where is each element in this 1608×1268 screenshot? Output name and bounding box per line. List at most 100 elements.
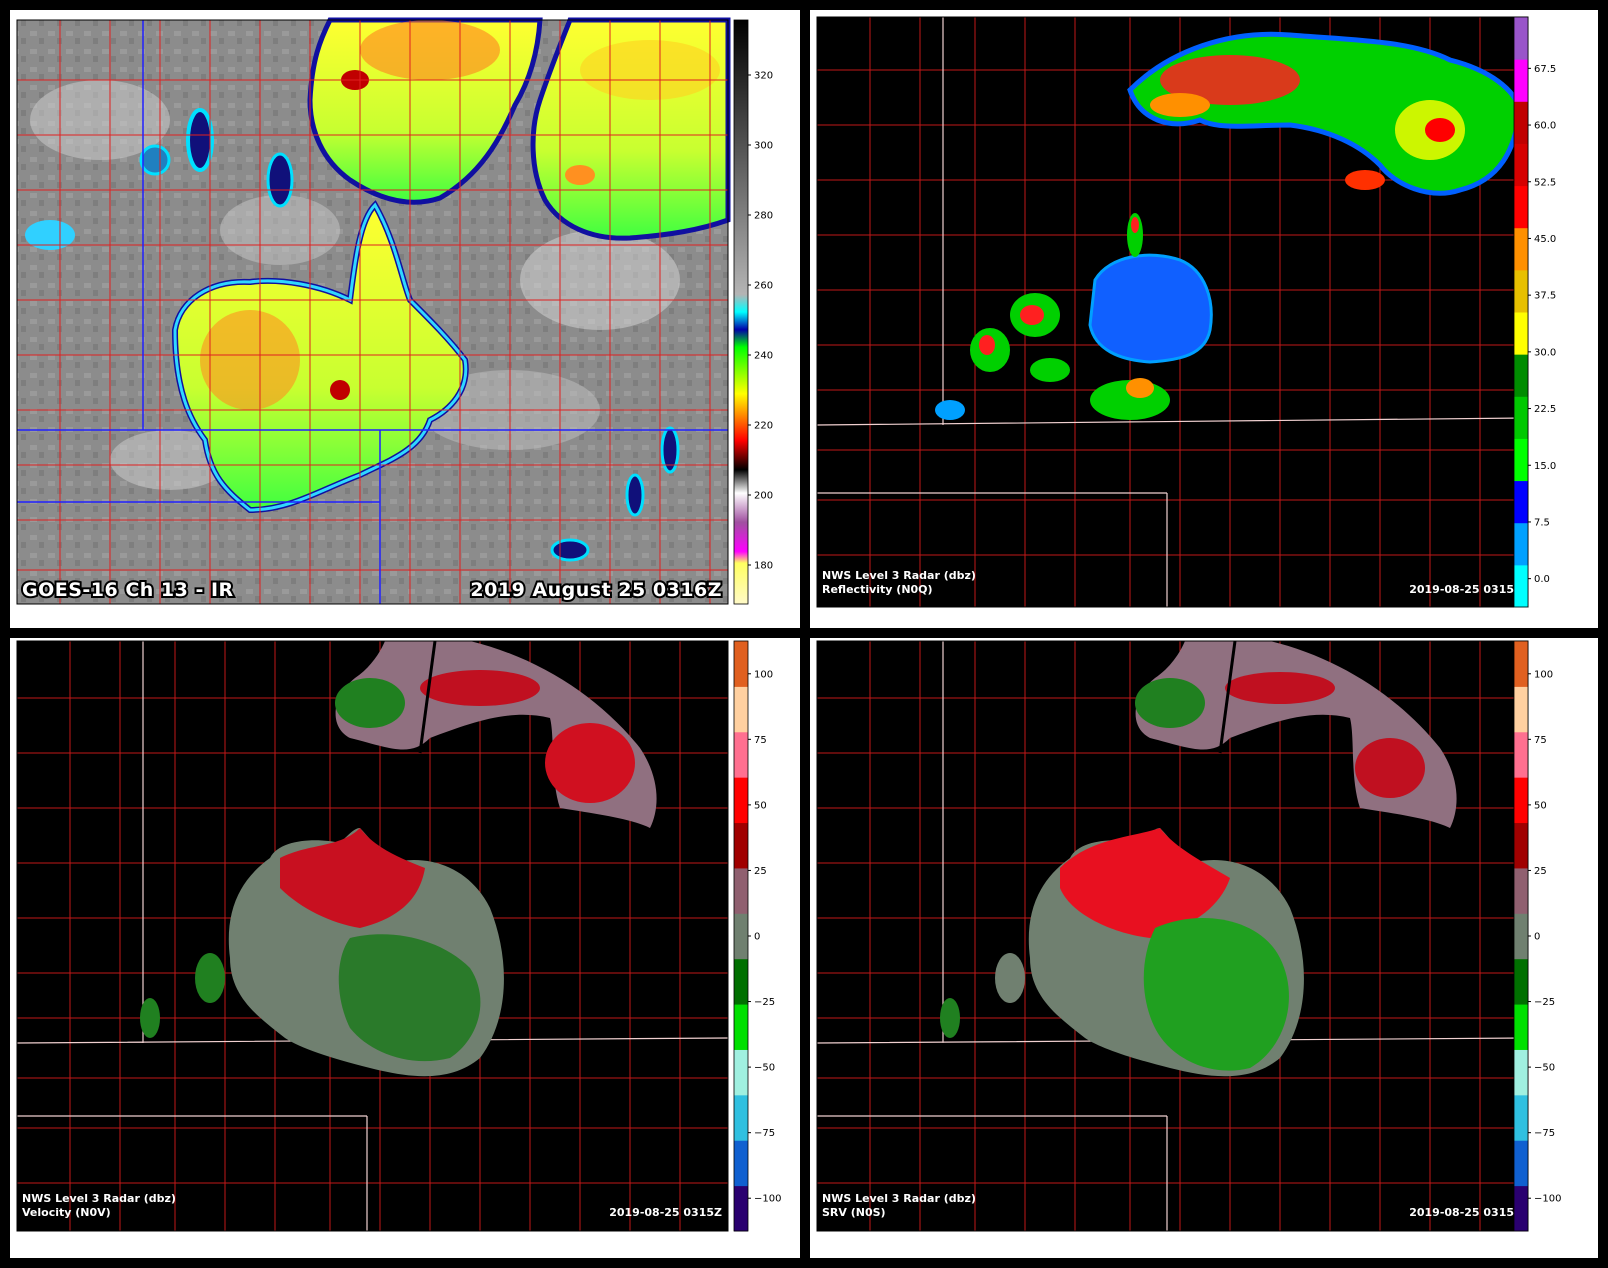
ir-colorbar-tick-label: 220 xyxy=(754,421,773,432)
n0v-colorbar-swatch xyxy=(734,1049,748,1096)
n0q-colorbar-swatch xyxy=(1514,101,1528,144)
n0v-colorbar-swatch xyxy=(734,1004,748,1050)
n0v-title-line1: NWS Level 3 Radar (dbz) xyxy=(22,1192,176,1205)
n0v-colorbar-swatch xyxy=(734,686,748,733)
n0v-colorbar-tick-label: 25 xyxy=(754,866,767,877)
n0v-title-line2: Velocity (N0V) xyxy=(22,1206,111,1219)
n0q-colorbar-swatch xyxy=(1514,480,1528,524)
n0s-title-line1: NWS Level 3 Radar (dbz) xyxy=(822,1192,976,1205)
n0s-panel: NWS Level 3 Radar (dbz) SRV (N0S) 2019-0… xyxy=(810,638,1598,1258)
n0q-colorbar-tick-label: 22.5 xyxy=(1534,404,1556,415)
ir-panel: GOES-16 Ch 13 - IR 2019 August 25 0316Z … xyxy=(10,10,800,628)
n0v-colorbar-swatch xyxy=(734,777,748,824)
n0q-colorbar-tick-label: 0.0 xyxy=(1534,574,1550,585)
ir-colorbar-tick-label: 240 xyxy=(754,351,773,362)
ir-colorbar-tick-label: 260 xyxy=(754,281,773,292)
ir-storm-cell xyxy=(330,380,350,400)
n0v-colorbar-swatch xyxy=(734,1094,748,1141)
ir-colorbar-ticks: 320 300 280 260 240 220 200 180 xyxy=(748,71,773,572)
n0v-colorbar-tick-label: −100 xyxy=(754,1194,781,1205)
ir-colorbar xyxy=(733,19,749,605)
n0q-panel: NWS Level 3 Radar (dbz) Reflectivity (N0… xyxy=(810,10,1598,628)
n0v-colorbar-swatch xyxy=(734,1185,748,1232)
n0s-colorbar-tick-label: 100 xyxy=(1534,669,1553,680)
n0q-colorbar-swatch xyxy=(1514,17,1528,60)
n0s-colorbar-swatch xyxy=(1514,1094,1528,1141)
n0s-colorbar-swatch xyxy=(1514,822,1528,869)
n0q-colorbar xyxy=(1513,16,1529,608)
ir-colorbar-tick-label: 180 xyxy=(754,561,773,572)
n0q-colorbar-swatch xyxy=(1514,59,1528,102)
ir-colorbar-tick-label: 320 xyxy=(754,71,773,82)
n0q-map: NWS Level 3 Radar (dbz) Reflectivity (N0… xyxy=(816,16,1556,608)
ir-storm-core xyxy=(200,310,300,410)
n0v-colorbar-swatch xyxy=(734,913,748,960)
n0v-panel: NWS Level 3 Radar (dbz) Velocity (N0V) 2… xyxy=(10,638,800,1258)
n0q-colorbar-swatch xyxy=(1514,564,1528,608)
n0q-title-line2: Reflectivity (N0Q) xyxy=(822,583,933,596)
n0v-colorbar-swatch xyxy=(734,867,748,914)
n0s-timestamp: 2019-08-25 0315Z xyxy=(1409,1206,1522,1219)
n0q-colorbar-tick-label: 37.5 xyxy=(1534,291,1556,302)
ir-label-left: GOES-16 Ch 13 - IR xyxy=(22,579,234,601)
n0s-colorbar-tick-label: −75 xyxy=(1534,1128,1555,1139)
n0s-colorbar-swatch xyxy=(1514,777,1528,824)
n0s-map: NWS Level 3 Radar (dbz) SRV (N0S) 2019-0… xyxy=(816,640,1561,1232)
n0q-colorbar-tick-label: 15.0 xyxy=(1534,461,1556,472)
n0v-colorbar-swatch xyxy=(734,731,748,778)
n0q-colorbar-swatch xyxy=(1514,312,1528,355)
n0v-colorbar-tick-label: 0 xyxy=(754,932,760,943)
n0s-colorbar-swatch xyxy=(1514,1049,1528,1096)
n0q-colorbar-swatch xyxy=(1514,143,1528,187)
n0s-colorbar-swatch xyxy=(1514,913,1528,960)
n0s-colorbar-tick-label: 25 xyxy=(1534,866,1547,877)
n0q-colorbar-swatch xyxy=(1514,354,1528,397)
ir-label-right: 2019 August 25 0316Z xyxy=(470,579,722,601)
n0q-colorbar-tick-label: 7.5 xyxy=(1534,517,1550,528)
n0q-colorbar-swatch xyxy=(1514,269,1528,313)
n0s-colorbar-tick-label: 75 xyxy=(1534,735,1547,746)
n0q-colorbar-tick-label: 45.0 xyxy=(1534,234,1556,245)
ir-colorbar-tick-label: 300 xyxy=(754,141,773,152)
ir-colorbar-tick-label: 280 xyxy=(754,211,773,222)
n0q-colorbar-tick-label: 60.0 xyxy=(1534,121,1556,132)
n0q-colorbar-swatch xyxy=(1514,396,1528,439)
n0q-title-line1: NWS Level 3 Radar (dbz) xyxy=(822,569,976,582)
n0q-colorbar-tick-label: 52.5 xyxy=(1534,177,1556,188)
ir-colorbar-tick-label: 200 xyxy=(754,491,773,502)
n0s-colorbar-tick-label: −25 xyxy=(1534,997,1555,1008)
n0v-colorbar-swatch xyxy=(734,822,748,869)
n0q-colorbar-tick-label: 67.5 xyxy=(1534,64,1556,75)
n0v-colorbar-tick-label: −50 xyxy=(754,1063,775,1074)
n0s-colorbar-tick-label: 50 xyxy=(1534,800,1547,811)
n0v-colorbar-tick-label: 50 xyxy=(754,800,767,811)
n0s-colorbar-tick-label: −100 xyxy=(1534,1194,1561,1205)
n0s-colorbar-swatch xyxy=(1514,686,1528,733)
n0s-colorbar-tick-label: 0 xyxy=(1534,932,1540,943)
n0v-colorbar-tick-label: 75 xyxy=(754,735,767,746)
n0v-colorbar-ticks: 100 75 50 25 0 −25 −50 −75 −100 xyxy=(748,669,781,1205)
n0s-colorbar xyxy=(1513,640,1529,1232)
n0v-map: NWS Level 3 Radar (dbz) Velocity (N0V) 2… xyxy=(16,640,781,1232)
n0v-timestamp: 2019-08-25 0315Z xyxy=(609,1206,722,1219)
n0q-colorbar-tick-label: 30.0 xyxy=(1534,347,1556,358)
n0s-colorbar-swatch xyxy=(1514,1185,1528,1232)
n0s-colorbar-swatch xyxy=(1514,958,1528,1005)
n0s-colorbar-swatch xyxy=(1514,731,1528,778)
n0v-colorbar-swatch xyxy=(734,958,748,1005)
n0v-colorbar-tick-label: 100 xyxy=(754,669,773,680)
n0s-colorbar-ticks: 100 75 50 25 0 −25 −50 −75 −100 xyxy=(1528,669,1561,1205)
n0v-colorbar-tick-label: −75 xyxy=(754,1128,775,1139)
n0s-title-line2: SRV (N0S) xyxy=(822,1206,886,1219)
n0s-colorbar-swatch xyxy=(1514,1140,1528,1187)
n0s-colorbar-swatch xyxy=(1514,1004,1528,1050)
n0s-colorbar-tick-label: −50 xyxy=(1534,1063,1555,1074)
n0v-colorbar-swatch xyxy=(734,1140,748,1187)
n0s-colorbar-swatch xyxy=(1514,867,1528,914)
n0v-colorbar-swatch xyxy=(734,641,748,687)
n0s-colorbar-swatch xyxy=(1514,641,1528,687)
n0q-colorbar-ticks: 67.5 60.0 52.5 45.0 37.5 30.0 22.5 15.0 7.5 0.0 xyxy=(1528,64,1556,585)
n0v-colorbar-tick-label: −25 xyxy=(754,997,775,1008)
n0q-colorbar-swatch xyxy=(1514,522,1528,566)
n0q-colorbar-swatch xyxy=(1514,185,1528,229)
